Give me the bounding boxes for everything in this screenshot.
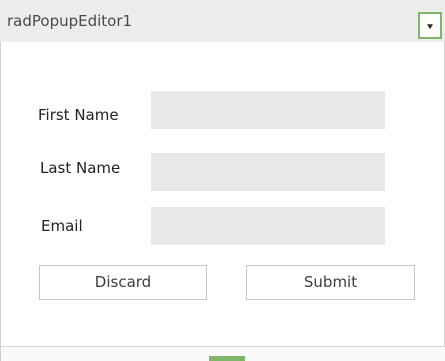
last-name-field[interactable] xyxy=(151,153,385,191)
email-field[interactable] xyxy=(151,207,385,245)
email-label: Email xyxy=(41,217,83,235)
popup-panel: First Name Last Name Email Discard Submi… xyxy=(0,42,445,361)
popup-editor-title: radPopupEditor1 xyxy=(7,12,133,30)
first-name-field[interactable] xyxy=(151,91,385,129)
chevron-down-icon xyxy=(427,23,433,29)
last-name-label: Last Name xyxy=(40,159,121,177)
resize-bar xyxy=(1,346,445,361)
first-name-label: First Name xyxy=(38,106,119,124)
resize-grip-icon[interactable] xyxy=(209,356,245,361)
submit-button[interactable]: Submit xyxy=(246,265,415,300)
popup-editor: radPopupEditor1 First Name Last Name Ema… xyxy=(0,0,445,361)
popup-editor-header[interactable]: radPopupEditor1 xyxy=(0,0,445,42)
dropdown-button[interactable] xyxy=(418,12,442,39)
discard-button[interactable]: Discard xyxy=(39,265,207,300)
